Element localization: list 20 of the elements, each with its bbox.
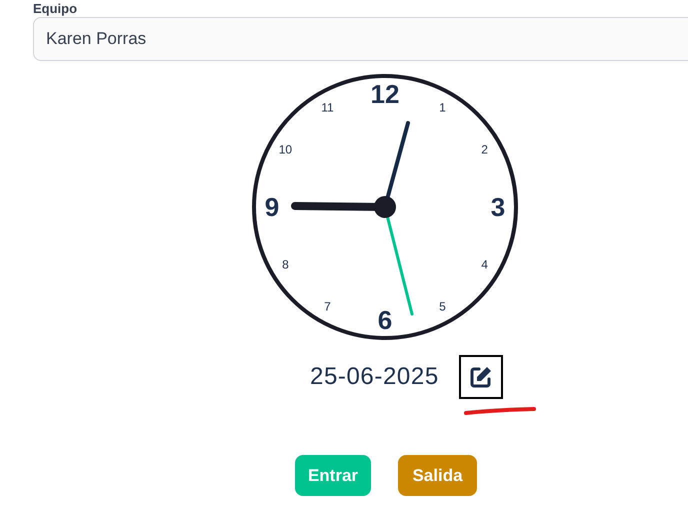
- edit-button[interactable]: [458, 355, 503, 399]
- enter-button[interactable]: Entrar: [295, 455, 371, 496]
- clock-number: 9: [264, 192, 280, 222]
- clock-number: 1: [439, 100, 446, 114]
- clock-number: 5: [439, 300, 446, 314]
- clock-number: 12: [370, 79, 400, 109]
- clock-number: 4: [481, 258, 488, 272]
- input-field[interactable]: Karen Porras: [33, 17, 688, 61]
- field-label: Equipo: [33, 1, 78, 16]
- clock-number: 6: [378, 305, 392, 335]
- clock-center: [374, 196, 396, 218]
- clock-number: 11: [321, 100, 334, 114]
- edit-icon: [468, 365, 493, 389]
- clock-number: 7: [324, 300, 331, 314]
- exit-button[interactable]: Salida: [398, 455, 477, 496]
- clock-number: 3: [490, 192, 506, 222]
- clock-number: 10: [278, 142, 292, 156]
- clock-number: 8: [282, 258, 289, 272]
- date-text: 25-06-2025: [310, 362, 439, 392]
- clock-number: 2: [481, 142, 488, 156]
